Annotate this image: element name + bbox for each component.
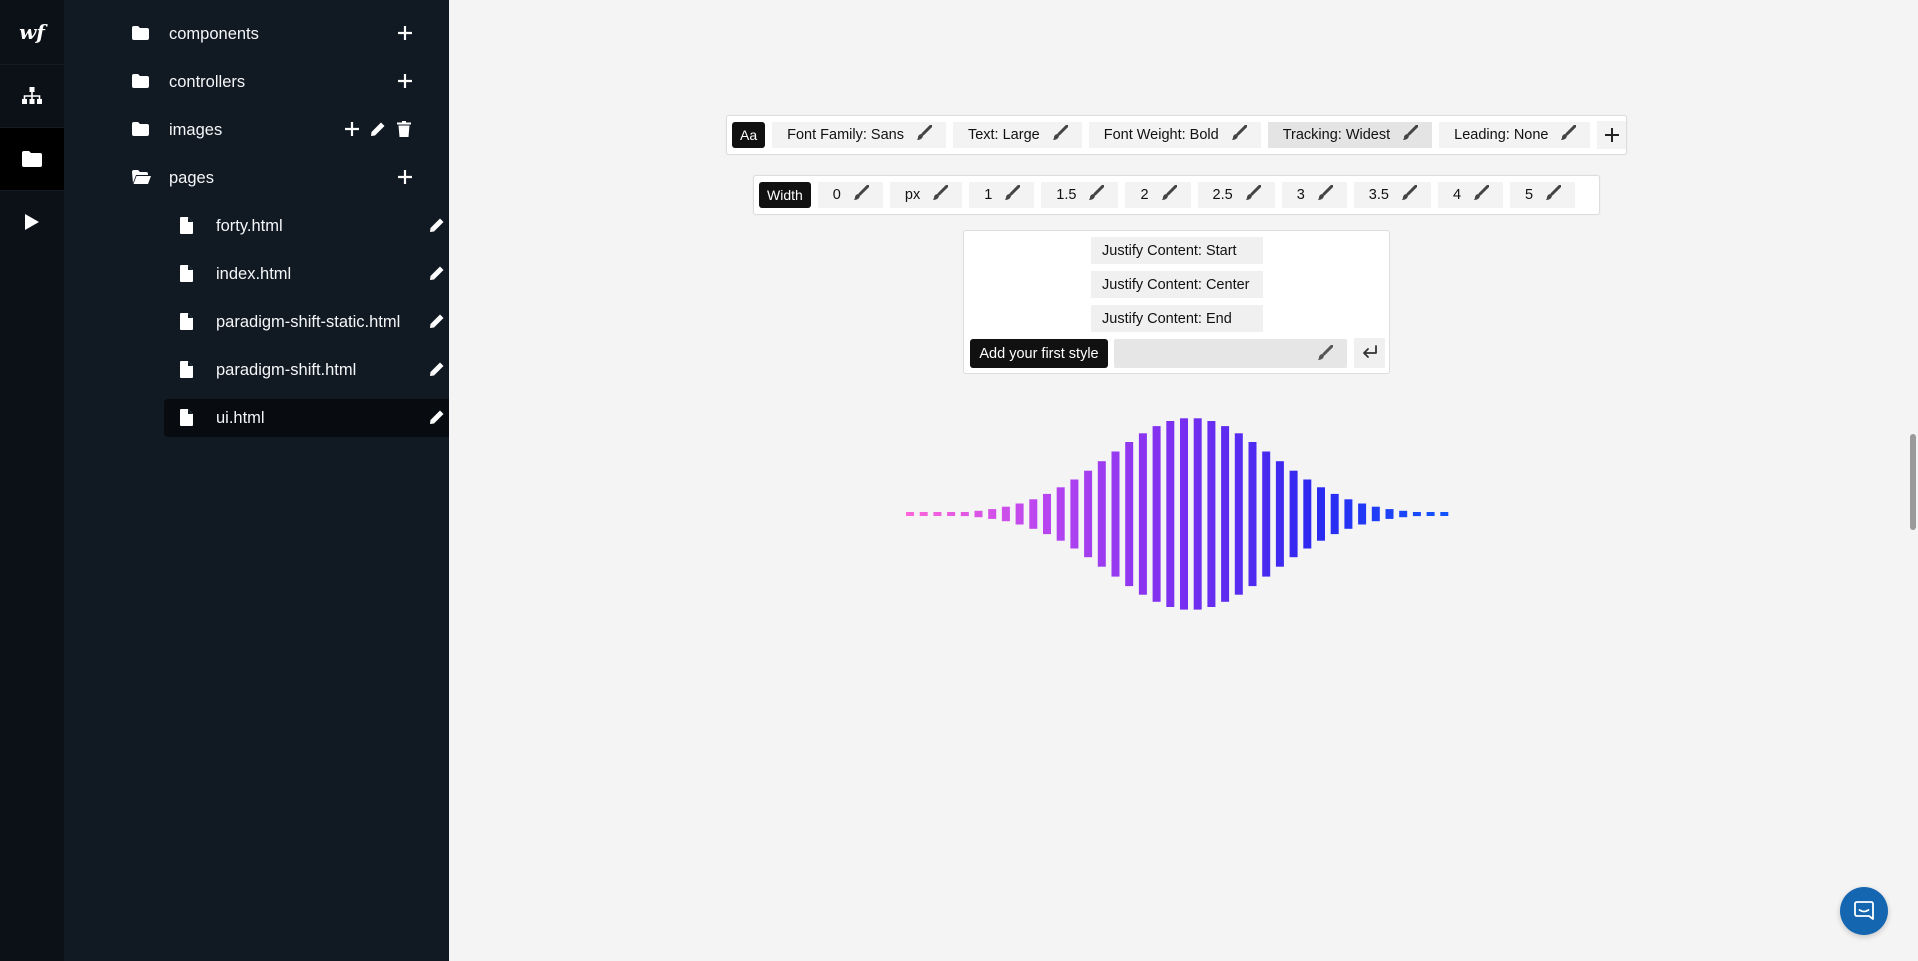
waveform-bar <box>1043 493 1051 535</box>
waveform-bar <box>1275 461 1284 567</box>
waveform-bar <box>1056 487 1065 541</box>
file-item[interactable]: paradigm-shift-static.html <box>164 303 496 341</box>
waveform-bar <box>1330 493 1339 535</box>
edit-icon[interactable] <box>429 409 445 430</box>
file-icon <box>180 265 193 287</box>
waveform-bar <box>1426 512 1435 516</box>
logo-icon[interactable]: wf <box>0 0 64 64</box>
file-item[interactable]: index.html <box>164 255 496 293</box>
waveform-bar <box>1166 421 1175 607</box>
waveform-bar <box>1385 509 1394 519</box>
waveform-graphic <box>906 418 1449 610</box>
folder-label: pages <box>169 168 214 187</box>
folder-icon <box>132 74 149 93</box>
folder-label: components <box>169 24 259 43</box>
waveform-bar <box>1317 487 1325 541</box>
scrollbar[interactable] <box>1910 434 1916 530</box>
waveform-bar <box>1125 442 1134 587</box>
waveform-bar <box>1221 426 1230 602</box>
file-label: forty.html <box>216 216 283 235</box>
folder-item[interactable]: components <box>100 15 496 53</box>
add-icon[interactable] <box>344 121 360 142</box>
waveform-bar <box>1138 433 1147 595</box>
file-icon <box>180 409 193 431</box>
waveform-bar <box>1015 503 1024 525</box>
waveform-bar <box>947 512 956 516</box>
waveform-bar <box>1289 470 1298 558</box>
file-item[interactable]: forty.html <box>164 207 496 245</box>
file-tree: components controllers images pages forty.ht… <box>64 0 496 961</box>
sitemap-icon[interactable] <box>0 64 64 127</box>
waveform-bar <box>1234 433 1243 595</box>
waveform-bar <box>974 510 983 518</box>
folder-item[interactable]: controllers <box>100 63 496 101</box>
file-item[interactable]: ui.html <box>164 399 496 437</box>
chat-button[interactable] <box>1840 887 1888 935</box>
waveform-bar <box>1440 512 1449 516</box>
waveform-bar <box>1248 442 1257 587</box>
waveform-bar <box>933 512 942 516</box>
waveform-bar <box>1111 451 1120 577</box>
file-label: paradigm-shift.html <box>216 360 357 379</box>
edit-icon[interactable] <box>429 361 445 382</box>
chat-icon <box>1854 901 1874 920</box>
waveform-bar <box>1152 426 1161 602</box>
waveform-bar <box>1412 512 1421 517</box>
add-icon[interactable] <box>397 25 413 46</box>
folder-icon <box>132 122 149 141</box>
icon-rail: wf <box>0 0 64 961</box>
delete-icon[interactable] <box>397 121 411 142</box>
canvas: Aa Font Family: Sans Text: Large Font Weig… <box>449 0 1918 961</box>
file-icon <box>180 313 193 335</box>
waveform-bar <box>1303 479 1312 549</box>
edit-icon[interactable] <box>429 265 445 286</box>
waveform-bar <box>919 512 928 516</box>
waveform-bar <box>1180 418 1188 610</box>
waveform-bar <box>1358 503 1367 525</box>
edit-icon[interactable] <box>429 217 445 238</box>
waveform-bar <box>1344 499 1353 529</box>
waveform-bar <box>1097 461 1106 567</box>
file-label: ui.html <box>216 408 265 427</box>
edit-icon[interactable] <box>370 121 386 142</box>
folder-item[interactable]: pages <box>100 159 496 197</box>
waveform-bar <box>1371 506 1380 522</box>
file-icon <box>180 217 193 239</box>
folder-icon <box>132 26 149 45</box>
add-icon[interactable] <box>397 73 413 94</box>
folder-label: controllers <box>169 72 246 91</box>
waveform-bar <box>1207 421 1216 607</box>
waveform-bar <box>1262 451 1271 577</box>
folder-icon[interactable] <box>0 127 64 190</box>
edit-icon[interactable] <box>429 313 445 334</box>
add-icon[interactable] <box>397 169 413 190</box>
file-label: index.html <box>216 264 292 283</box>
file-label: paradigm-shift-static.html <box>216 312 401 331</box>
waveform-bar <box>988 509 997 519</box>
play-icon[interactable] <box>0 190 64 253</box>
waveform-bar <box>1070 479 1079 549</box>
file-item[interactable]: paradigm-shift.html <box>164 351 496 389</box>
waveform-bar <box>906 512 914 516</box>
waveform-bar <box>1001 506 1010 522</box>
folder-open-icon <box>132 170 151 189</box>
folder-label: images <box>169 120 223 139</box>
waveform-bar <box>1193 418 1202 610</box>
waveform-bar <box>960 512 969 517</box>
folder-item[interactable]: images <box>100 111 496 149</box>
waveform-bar <box>1084 470 1093 558</box>
file-icon <box>180 361 193 383</box>
waveform-bar <box>1399 510 1408 518</box>
waveform-bar <box>1029 499 1038 529</box>
